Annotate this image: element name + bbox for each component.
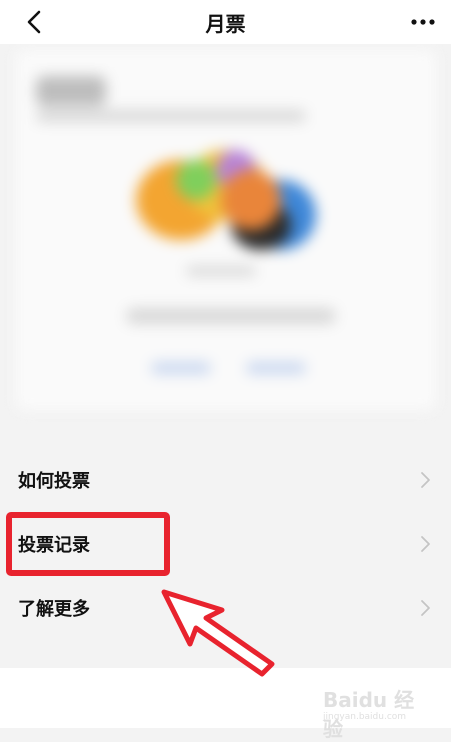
baidu-watermark: Baidu 经验 jingyan.baidu.com bbox=[323, 684, 423, 741]
watermark-url: jingyan.baidu.com bbox=[323, 712, 407, 722]
pointer-arrow-icon bbox=[161, 589, 275, 677]
chevron-right-icon bbox=[421, 536, 430, 552]
chevron-right-icon bbox=[421, 472, 430, 488]
top-bar: 月票 bbox=[0, 0, 451, 44]
highlight-box bbox=[6, 512, 170, 576]
menu-item-how-to-vote[interactable]: 如何投票 bbox=[0, 448, 451, 512]
menu-item-label: 如何投票 bbox=[18, 471, 90, 492]
menu-item-label: 了解更多 bbox=[18, 599, 90, 620]
blurred-content-area bbox=[0, 44, 451, 444]
more-options-icon[interactable] bbox=[409, 12, 437, 32]
blurred-card bbox=[16, 50, 436, 410]
chevron-right-icon bbox=[421, 600, 430, 616]
page-title: 月票 bbox=[205, 12, 246, 36]
